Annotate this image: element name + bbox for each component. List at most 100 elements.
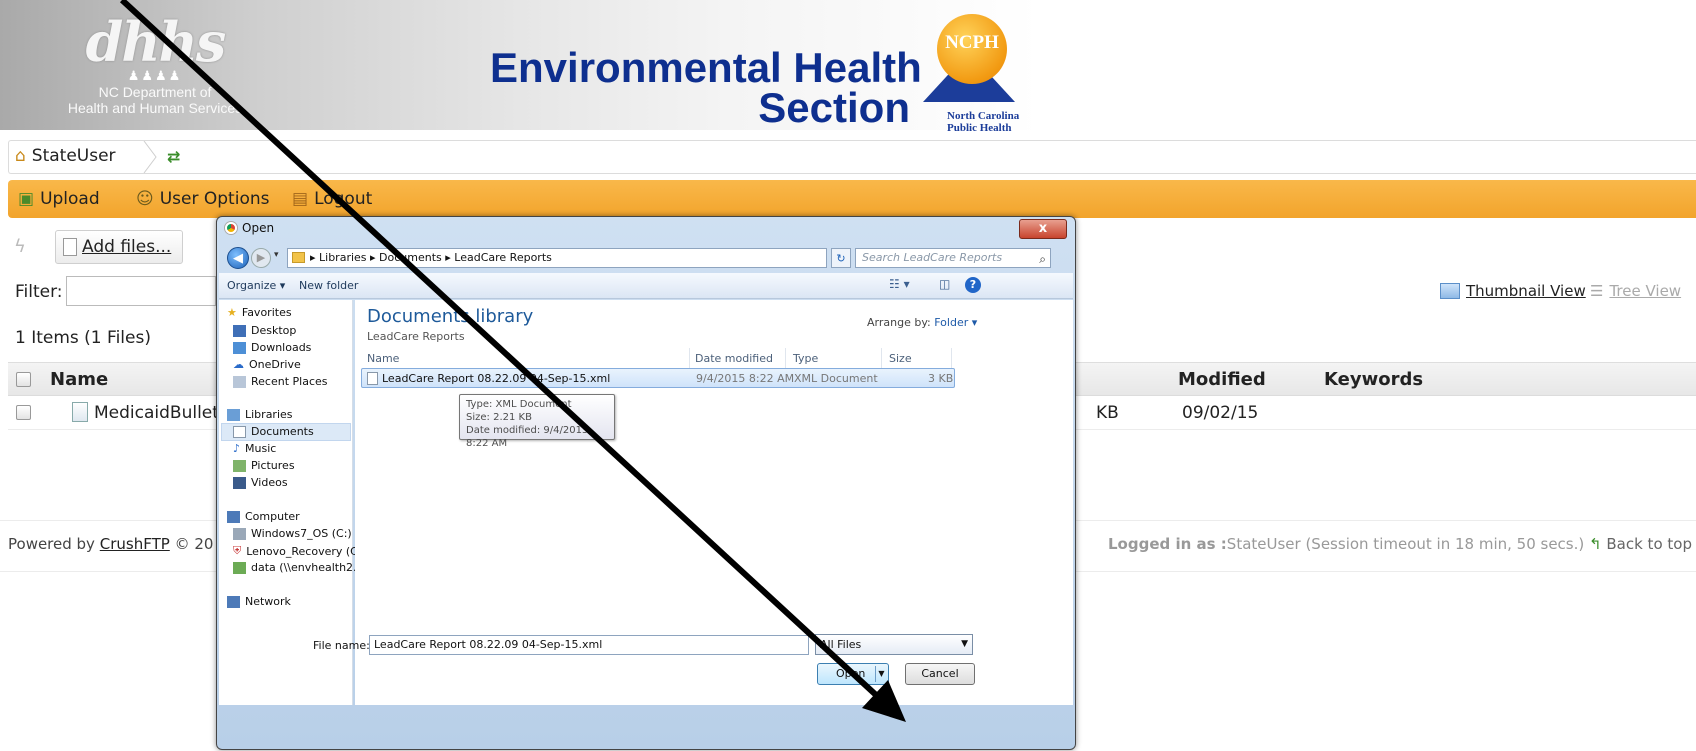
column-separator	[881, 348, 882, 370]
nav-lenovo-drive[interactable]: ⛨ Lenovo_Recovery (C	[233, 544, 358, 558]
refresh-icon[interactable]: ⇄	[167, 147, 180, 166]
star-icon: ★	[227, 306, 237, 319]
nav-libraries[interactable]: Libraries	[227, 408, 293, 421]
nav-data-drive[interactable]: data (\\envhealth2.6	[233, 561, 364, 574]
nav-downloads[interactable]: Downloads	[233, 341, 311, 354]
address-path: ▸ Libraries ▸ Documents ▸ LeadCare Repor…	[310, 251, 552, 264]
column-size[interactable]: Size	[889, 352, 912, 365]
library-subtitle: LeadCare Reports	[367, 330, 465, 343]
select-all-checkbox[interactable]	[16, 372, 31, 387]
search-placeholder: Search LeadCare Reports	[862, 251, 1003, 264]
column-type[interactable]: Type	[793, 352, 818, 365]
nav-documents[interactable]: Documents	[233, 425, 314, 438]
nav-recent-places[interactable]: Recent Places	[233, 375, 328, 388]
nav-windows-label: Windows7_OS (C:)	[251, 527, 352, 540]
organize-menu[interactable]: Organize ▾	[227, 279, 285, 292]
new-folder-button[interactable]: New folder	[299, 279, 358, 292]
add-files-button[interactable]: Add files...	[55, 230, 183, 264]
nav-onedrive[interactable]: ☁ OneDrive	[233, 358, 301, 371]
crushftp-link[interactable]: CrushFTP	[100, 535, 170, 553]
nav-desktop[interactable]: Desktop	[233, 324, 296, 337]
file-type: XML Document	[794, 372, 878, 385]
open-button[interactable]: Open ▼	[817, 663, 889, 685]
nav-music-label: Music	[245, 442, 277, 455]
nav-pictures[interactable]: Pictures	[233, 459, 295, 472]
tooltip-type: Type: XML Document	[466, 399, 572, 410]
breadcrumb-user: StateUser	[31, 146, 116, 166]
nav-music[interactable]: ♪ Music	[233, 442, 276, 455]
arrange-value[interactable]: Folder ▾	[934, 316, 977, 329]
dhhs-logo: dhhs ♟♟♟♟ NC Department of Health and Hu…	[40, 14, 270, 122]
nav-favorites[interactable]: ★ Favorites	[227, 306, 292, 319]
user-options-icon: ☺	[136, 189, 154, 209]
network-drive-icon	[233, 561, 246, 574]
chrome-icon	[225, 222, 237, 234]
open-split-dropdown-icon[interactable]: ▼	[875, 666, 887, 682]
tree-view-label: Tree View	[1609, 282, 1682, 300]
dhhs-dept-line1: NC Department of	[98, 84, 212, 100]
cancel-button[interactable]: Cancel	[905, 663, 975, 685]
row-name[interactable]: MedicaidBulletin	[94, 403, 234, 423]
search-input[interactable]: Search LeadCare Reports ⌕	[855, 248, 1051, 268]
file-icon	[63, 238, 77, 256]
page-title-line2: Section	[758, 84, 910, 131]
forward-arrow-icon[interactable]: ▶	[251, 248, 271, 268]
breadcrumb-separator	[143, 141, 157, 173]
nav-network[interactable]: Network	[227, 595, 291, 608]
dialog-title-text: Open	[242, 221, 275, 235]
ncph-sub-line2: Public Health	[947, 122, 1012, 134]
menu-logout[interactable]: ▤ Logout	[292, 189, 372, 209]
breadcrumb-home[interactable]: ⌂ StateUser	[15, 146, 116, 166]
arrange-by[interactable]: Arrange by: Folder ▾	[867, 316, 977, 329]
recent-locations-dropdown[interactable]: ▾	[274, 250, 279, 260]
row-checkbox[interactable]	[16, 405, 31, 420]
nav-documents-label: Documents	[251, 425, 314, 438]
column-date-modified[interactable]: Date modified	[695, 352, 773, 365]
back-to-top-link[interactable]: Back to top	[1606, 535, 1692, 553]
column-name[interactable]: Name	[50, 369, 108, 390]
column-name[interactable]: Name	[367, 352, 399, 365]
logout-icon: ▤	[292, 189, 309, 209]
flash-icon[interactable]: ϟ	[14, 236, 26, 257]
nav-network-label: Network	[245, 595, 291, 608]
dhhs-people-icon: ♟♟♟♟	[127, 69, 183, 84]
dhhs-logo-mark: dhhs	[85, 10, 227, 74]
menu-user-options[interactable]: ☺ User Options	[136, 189, 269, 209]
upload-icon: ▣	[18, 189, 35, 209]
nav-computer[interactable]: Computer	[227, 510, 300, 523]
tooltip-size: Size: 2.21 KB	[466, 412, 532, 423]
filter-input[interactable]	[66, 276, 216, 306]
pictures-icon	[233, 459, 246, 472]
menu-upload-label: Upload	[40, 189, 100, 209]
nav-windows-drive[interactable]: Windows7_OS (C:)	[233, 527, 352, 540]
open-button-label: Open	[836, 667, 866, 680]
column-keywords[interactable]: Keywords	[1324, 369, 1423, 390]
filetype-select[interactable]: All Files ▼	[815, 634, 973, 655]
menu-upload[interactable]: ▣ Upload	[18, 189, 100, 209]
close-icon: x	[1038, 221, 1048, 236]
refresh-icon[interactable]: ↻	[831, 248, 851, 268]
preview-pane-icon[interactable]: ◫	[939, 277, 950, 291]
breadcrumb: ⌂ StateUser ⇄	[8, 140, 1696, 174]
open-dialog: Open x ◀ ▶ ▾ ▸ Libraries ▸ Documents ▸ L…	[216, 216, 1076, 750]
view-options-icon[interactable]: ☷ ▾	[889, 277, 910, 291]
column-modified[interactable]: Modified	[1178, 369, 1266, 390]
videos-icon	[233, 476, 246, 489]
page-title: Environmental Health Section	[490, 47, 922, 131]
back-arrow-icon[interactable]: ◀	[227, 247, 249, 269]
chevron-down-icon: ▼	[961, 639, 968, 649]
close-button[interactable]: x	[1019, 219, 1067, 239]
filename-label: File name:	[313, 639, 370, 652]
nav-computer-label: Computer	[245, 510, 300, 523]
thumbnail-view-link[interactable]: Thumbnail View	[1440, 282, 1586, 300]
help-icon[interactable]: ?	[965, 277, 981, 293]
search-icon[interactable]: ⌕	[1039, 250, 1046, 268]
powered-by: Powered by CrushFTP © 20	[8, 535, 213, 553]
file-row-selected[interactable]: LeadCare Report 08.22.09 04-Sep-15.xml 9…	[361, 368, 955, 388]
nav-videos[interactable]: Videos	[233, 476, 288, 489]
ncph-circle: NCPH	[937, 14, 1007, 84]
row-size: KB	[1096, 403, 1119, 423]
filename-input[interactable]: LeadCare Report 08.22.09 04-Sep-15.xml	[369, 635, 809, 655]
tree-view-link[interactable]: ☰ Tree View	[1590, 282, 1681, 300]
address-bar[interactable]: ▸ Libraries ▸ Documents ▸ LeadCare Repor…	[287, 248, 887, 268]
